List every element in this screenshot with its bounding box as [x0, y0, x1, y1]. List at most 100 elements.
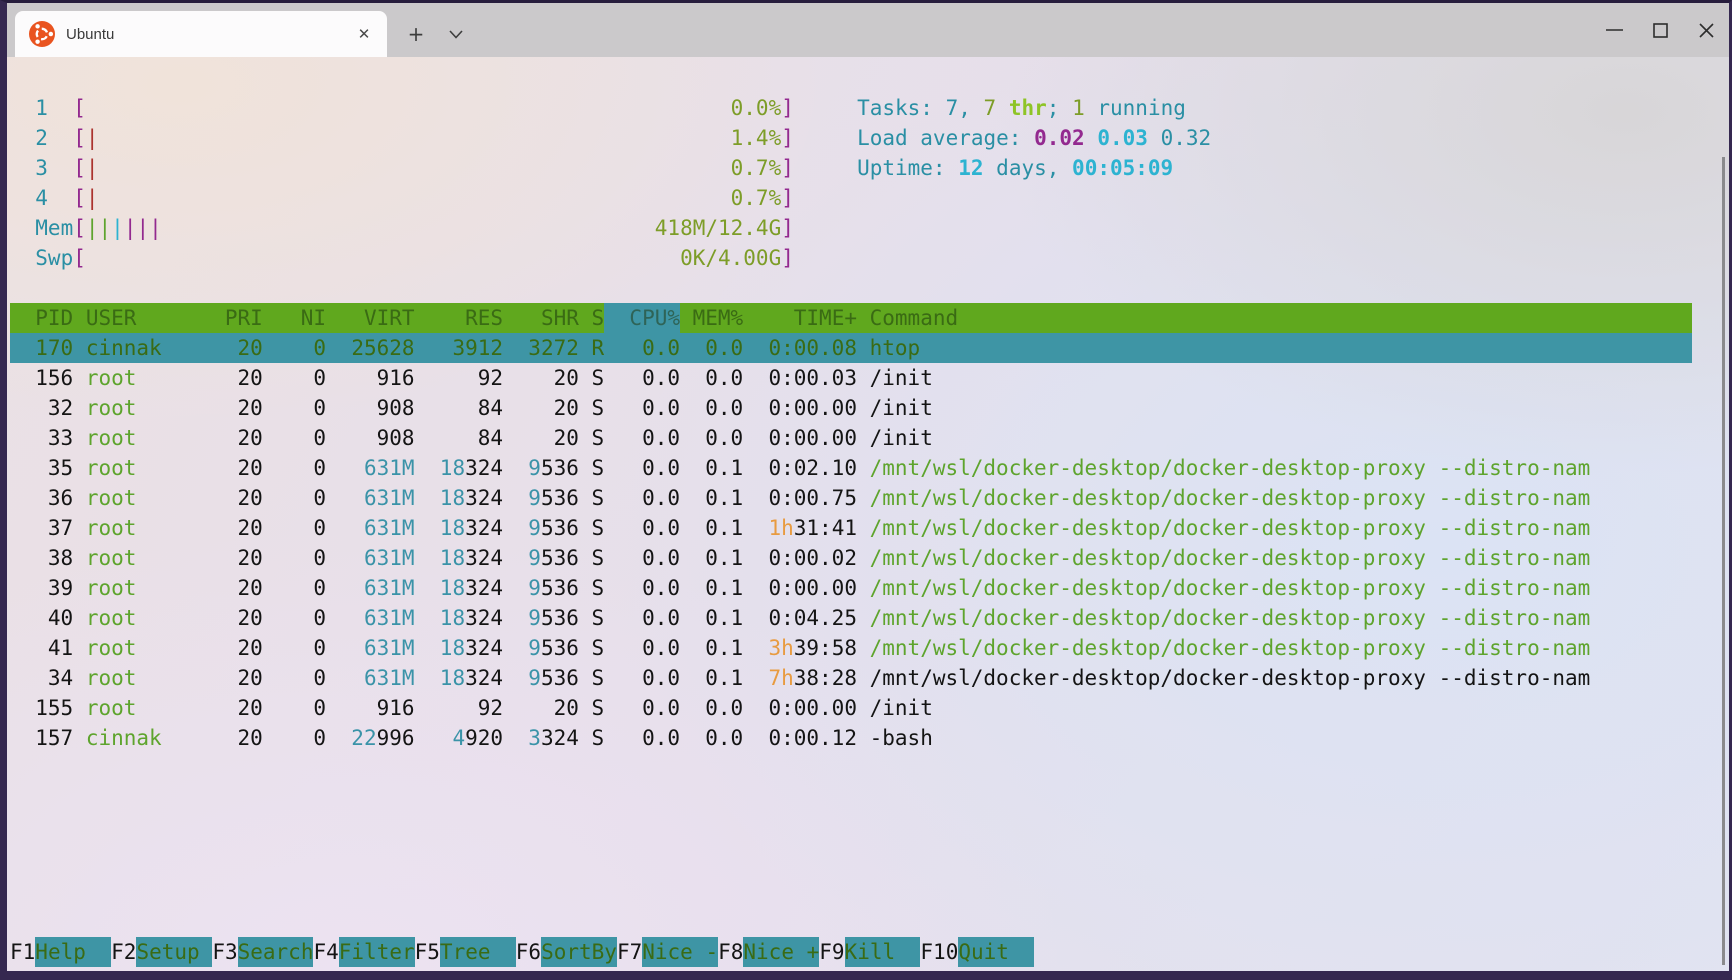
cell-cpu: 0.0	[604, 573, 680, 603]
cell-user: root	[86, 483, 212, 513]
process-row-pid-39[interactable]: 39 root200631M183249536S0.00.10:00.00 /m…	[10, 573, 1692, 603]
cell-pid: 35	[10, 453, 73, 483]
column-header-res[interactable]: RES	[415, 303, 504, 333]
cell-virt: 908	[326, 393, 415, 423]
fn-nice-minus-button[interactable]: Nice -	[642, 937, 718, 967]
cell-cmd: /mnt/wsl/docker-desktop/docker-desktop-p…	[870, 543, 1692, 573]
cell-cmd: /mnt/wsl/docker-desktop/docker-desktop-p…	[870, 633, 1692, 663]
cell-cmd: /init	[870, 693, 1692, 723]
cell-ni: 0	[263, 573, 326, 603]
cell-pri: 20	[212, 723, 263, 753]
fn-filter-button[interactable]: Filter	[339, 937, 415, 967]
process-row-pid-170[interactable]: 170 cinnak2002562839123272R0.00.00:00.08…	[10, 333, 1692, 363]
column-header-cpu[interactable]: CPU%	[604, 303, 680, 333]
cell-cmd: /init	[870, 393, 1692, 423]
cell-s: S	[579, 633, 604, 663]
cell-res: 84	[415, 423, 504, 453]
close-button[interactable]	[1683, 3, 1729, 57]
cell-s: S	[579, 573, 604, 603]
column-header-time[interactable]: TIME+	[743, 303, 857, 333]
process-row-pid-157[interactable]: 157 cinnak2002299649203324S0.00.00:00.12…	[10, 723, 1692, 753]
cell-ni: 0	[263, 483, 326, 513]
cell-cpu: 0.0	[604, 363, 680, 393]
cell-pri: 20	[212, 573, 263, 603]
cell-cmd: /mnt/wsl/docker-desktop/docker-desktop-p…	[870, 453, 1692, 483]
column-header-mem[interactable]: MEM%	[680, 303, 743, 333]
cell-shr: 9536	[503, 633, 579, 663]
cell-mem: 0.1	[680, 633, 743, 663]
fn-key-tree: F5	[415, 937, 440, 967]
cell-shr: 9536	[503, 603, 579, 633]
cell-cpu: 0.0	[604, 723, 680, 753]
fn-search-button[interactable]: Search	[238, 937, 314, 967]
cell-virt: 908	[326, 423, 415, 453]
fn-key-filter: F4	[313, 937, 338, 967]
cell-ni: 0	[263, 543, 326, 573]
cell-shr: 9536	[503, 513, 579, 543]
cell-s: S	[579, 393, 604, 423]
column-header-pri[interactable]: PRI	[212, 303, 263, 333]
cell-res: 4920	[415, 723, 504, 753]
cell-res: 18324	[415, 633, 504, 663]
cell-ni: 0	[263, 663, 326, 693]
cell-res: 18324	[415, 543, 504, 573]
cell-time: 0:00.12	[743, 723, 857, 753]
fn-key-nice-minus: F7	[617, 937, 642, 967]
process-row-pid-41[interactable]: 41 root200631M183249536S0.00.13h39:58 /m…	[10, 633, 1692, 663]
table-header-row: PID USERPRINIVIRTRESSHRSCPU%MEM%TIME+ Co…	[10, 303, 1692, 333]
cell-s: S	[579, 663, 604, 693]
terminal-tab-ubuntu[interactable]: Ubuntu ✕	[15, 11, 387, 57]
cell-s: S	[579, 513, 604, 543]
column-header-virt[interactable]: VIRT	[326, 303, 415, 333]
fn-sortby-button[interactable]: SortBy	[541, 937, 617, 967]
fn-setup-button[interactable]: Setup	[136, 937, 212, 967]
tab-close-icon[interactable]: ✕	[351, 21, 377, 47]
cell-time: 0:00.00	[743, 693, 857, 723]
cell-mem: 0.1	[680, 483, 743, 513]
cell-user: root	[86, 633, 212, 663]
process-row-pid-35[interactable]: 35 root200631M183249536S0.00.10:02.10 /m…	[10, 453, 1692, 483]
process-row-pid-40[interactable]: 40 root200631M183249536S0.00.10:04.25 /m…	[10, 603, 1692, 633]
process-row-pid-34[interactable]: 34 root200631M183249536S0.00.17h38:28 /m…	[10, 663, 1692, 693]
cpu4-meter: 4[|0.7%]	[35, 183, 819, 213]
column-header-ni[interactable]: NI	[263, 303, 326, 333]
fn-nice-plus-button[interactable]: Nice +	[743, 937, 819, 967]
cell-pri: 20	[212, 393, 263, 423]
process-row-pid-33[interactable]: 33 root2009088420S0.00.00:00.00 /init	[10, 423, 1692, 453]
cpu3-meter: 3[|0.7%]	[35, 153, 819, 183]
fn-help-button[interactable]: Help	[35, 937, 111, 967]
process-row-pid-38[interactable]: 38 root200631M183249536S0.00.10:00.02 /m…	[10, 543, 1692, 573]
column-header-user[interactable]: USER	[86, 303, 212, 333]
cell-shr: 20	[503, 363, 579, 393]
fn-kill-button[interactable]: Kill	[845, 937, 921, 967]
minimize-button[interactable]	[1591, 3, 1637, 57]
cell-cpu: 0.0	[604, 633, 680, 663]
cell-pri: 20	[212, 543, 263, 573]
cell-virt: 22996	[326, 723, 415, 753]
process-row-pid-155[interactable]: 155 root2009169220S0.00.00:00.00 /init	[10, 693, 1692, 723]
cell-res: 18324	[415, 573, 504, 603]
cell-ni: 0	[263, 393, 326, 423]
maximize-button[interactable]	[1637, 3, 1683, 57]
cell-pid: 33	[10, 423, 73, 453]
fn-tree-button[interactable]: Tree	[440, 937, 516, 967]
summary-panel: Tasks: 7, 7 thr; 1 running Load average:…	[857, 93, 1211, 183]
scrollbar[interactable]	[1722, 157, 1725, 965]
tab-dropdown-button[interactable]	[439, 11, 473, 57]
cell-user: root	[86, 513, 212, 543]
process-row-pid-37[interactable]: 37 root200631M183249536S0.00.11h31:41 /m…	[10, 513, 1692, 543]
process-row-pid-32[interactable]: 32 root2009088420S0.00.00:00.00 /init	[10, 393, 1692, 423]
column-header-shr[interactable]: SHR	[503, 303, 579, 333]
column-header-s[interactable]: S	[579, 303, 604, 333]
new-tab-button[interactable]: +	[399, 11, 433, 57]
fn-quit-button[interactable]: Quit	[958, 937, 1034, 967]
mem-meter: Mem[||||||418M/12.4G]	[35, 213, 819, 243]
cell-virt: 631M	[326, 603, 415, 633]
process-row-pid-156[interactable]: 156 root2009169220S0.00.00:00.03 /init	[10, 363, 1692, 393]
cpu1-meter: 1[0.0%]	[35, 93, 819, 123]
fn-key-search: F3	[212, 937, 237, 967]
process-row-pid-36[interactable]: 36 root200631M183249536S0.00.10:00.75 /m…	[10, 483, 1692, 513]
column-header-pid[interactable]: PID	[10, 303, 73, 333]
cell-res: 18324	[415, 663, 504, 693]
column-header-cmd[interactable]: Command	[870, 303, 1692, 333]
